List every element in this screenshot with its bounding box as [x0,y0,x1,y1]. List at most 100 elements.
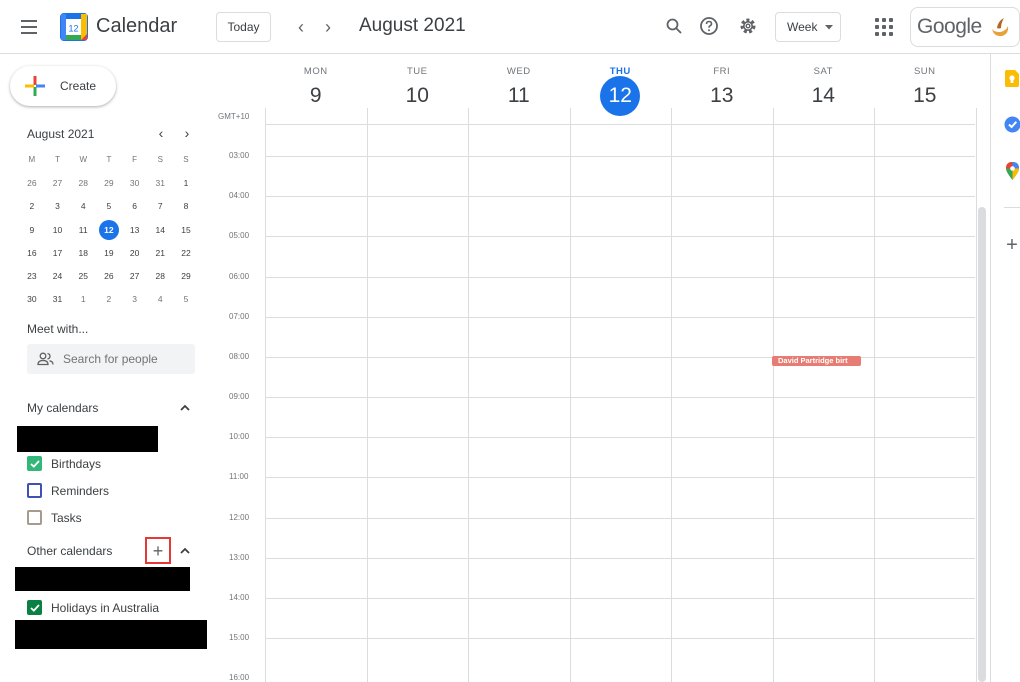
mini-day[interactable]: 4 [70,195,96,218]
mini-day[interactable]: 31 [45,288,71,311]
calendar-checkbox[interactable] [27,483,42,498]
mini-day[interactable]: 19 [96,241,122,264]
account-area[interactable]: Google [910,7,1020,47]
mini-day[interactable]: 29 [96,171,122,194]
add-other-calendar-button[interactable]: + [145,537,171,564]
mini-day[interactable]: 26 [19,171,45,194]
grid-column-line [874,108,875,682]
mini-day[interactable]: 24 [45,264,71,287]
calendar-logo-icon[interactable]: 12 [60,13,88,41]
mini-day[interactable]: 18 [70,241,96,264]
day-of-week-label: TUE [407,66,428,77]
day-header-fri[interactable]: FRI 13 [671,66,773,111]
prev-week-button[interactable]: ‹ [291,16,311,38]
day-header-thu[interactable]: THU 12 [570,66,672,116]
other-calendars-title: Other calendars [27,544,113,558]
mini-day-number: 14 [155,224,166,235]
time-label: 16:00 [229,673,250,682]
mini-day[interactable]: 30 [122,171,148,194]
collapse-my-calendars-icon[interactable] [178,401,192,415]
mini-day[interactable]: 14 [147,218,173,241]
next-week-button[interactable]: › [318,16,338,38]
plus-icon [25,76,45,96]
add-addon-icon[interactable]: + [1002,234,1020,256]
my-calendars-title[interactable]: My calendars [27,401,98,415]
mini-day[interactable]: 3 [45,195,71,218]
current-period-title: August 2021 [359,15,466,36]
calendar-item[interactable]: Tasks [27,510,82,525]
redacted-calendar [15,567,190,591]
day-header-sun[interactable]: SUN 15 [874,66,976,111]
calendar-checkbox[interactable] [27,456,42,471]
mini-day[interactable]: 7 [147,195,173,218]
mini-day[interactable]: 6 [122,195,148,218]
mini-day[interactable]: 10 [45,218,71,241]
settings-icon[interactable] [736,14,760,38]
mini-day[interactable]: 12 [96,218,122,241]
mini-day[interactable]: 26 [96,264,122,287]
view-select[interactable]: Week [775,12,841,42]
help-icon[interactable] [697,14,721,38]
add-icon: + [152,540,164,561]
search-people-input[interactable]: Search for people [27,344,195,374]
mini-day[interactable]: 29 [173,264,199,287]
grid-scrollbar[interactable] [978,207,986,682]
mini-day[interactable]: 16 [19,241,45,264]
mini-day[interactable]: 2 [96,288,122,311]
grid-line [265,637,975,639]
mini-day[interactable]: 5 [96,195,122,218]
avatar[interactable] [987,15,1012,39]
mini-day[interactable]: 21 [147,241,173,264]
create-label: Create [60,79,97,93]
mini-day-number: 27 [129,271,140,282]
mini-day[interactable]: 1 [70,288,96,311]
calendar-item[interactable]: Holidays in Australia [27,600,159,615]
search-icon[interactable] [662,14,686,38]
mini-day[interactable]: 30 [19,288,45,311]
tasks-icon[interactable] [1002,114,1020,134]
apps-icon[interactable] [872,15,894,37]
mini-day[interactable]: 4 [147,288,173,311]
grid-line [265,196,975,198]
calendar-item[interactable]: Reminders [27,483,109,498]
mini-day[interactable]: 28 [147,264,173,287]
mini-day[interactable]: 11 [70,218,96,241]
menu-icon[interactable] [16,15,42,39]
day-header-tue[interactable]: TUE 10 [367,66,469,111]
mini-prev-month-button[interactable]: ‹ [153,124,169,142]
mini-day[interactable]: 2 [19,195,45,218]
mini-calendar-title: August 2021 [27,127,95,141]
mini-day[interactable]: 5 [173,288,199,311]
day-header-wed[interactable]: WED 11 [468,66,570,111]
mini-day[interactable]: 3 [122,288,148,311]
mini-day[interactable]: 31 [147,171,173,194]
mini-day[interactable]: 22 [173,241,199,264]
mini-day[interactable]: 27 [45,171,71,194]
event-chip[interactable]: David Partridge birt [772,356,861,366]
today-button[interactable]: Today [216,12,271,42]
mini-next-month-button[interactable]: › [179,124,195,142]
calendar-checkbox[interactable] [27,600,42,615]
day-header-sat[interactable]: SAT 14 [773,66,875,111]
mini-day[interactable]: 20 [122,241,148,264]
mini-day[interactable]: 25 [70,264,96,287]
mini-day[interactable]: 23 [19,264,45,287]
create-button[interactable]: Create [10,66,116,106]
mini-day-number: 4 [157,294,163,305]
mini-day[interactable]: 28 [70,171,96,194]
calendar-item[interactable]: Birthdays [27,456,101,471]
keep-icon[interactable] [1002,68,1020,88]
mini-day[interactable]: 13 [122,218,148,241]
mini-day[interactable]: 1 [173,171,199,194]
mini-day[interactable]: 15 [173,218,199,241]
calendar-checkbox[interactable] [27,510,42,525]
collapse-other-calendars-icon[interactable] [178,544,192,558]
mini-day-number: 5 [106,201,112,212]
mini-day[interactable]: 9 [19,218,45,241]
mini-day[interactable]: 17 [45,241,71,264]
mini-day[interactable]: 8 [173,195,199,218]
maps-icon[interactable] [1002,161,1020,181]
mini-day[interactable]: 27 [122,264,148,287]
day-header-mon[interactable]: MON 9 [265,66,367,111]
app-header: 12 Calendar Today ‹ › August 2021 Week G… [0,0,1020,54]
